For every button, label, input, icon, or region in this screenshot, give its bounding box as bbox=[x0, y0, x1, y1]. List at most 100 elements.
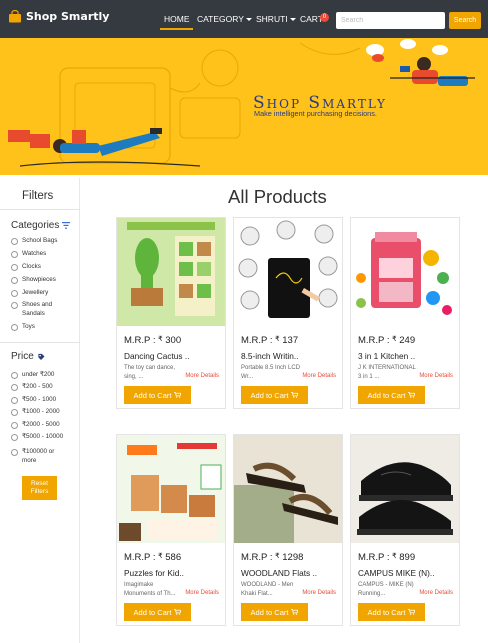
page-title: All Products bbox=[228, 186, 327, 207]
more-details-link[interactable]: More Details bbox=[302, 373, 336, 379]
category-filter-label: Jewellery bbox=[22, 289, 49, 296]
price-filter[interactable]: under ₹200 bbox=[11, 371, 64, 380]
nav-category-dropdown[interactable]: CATEGORY bbox=[197, 14, 252, 24]
price-filter[interactable]: ₹2000 - 5000 bbox=[11, 421, 64, 430]
radio-button[interactable] bbox=[11, 302, 18, 309]
category-filter-label: Toys bbox=[22, 323, 35, 330]
price-filter[interactable]: ₹100000 or more bbox=[11, 448, 64, 465]
price-filter-label: ₹500 - 1000 bbox=[22, 396, 57, 403]
radio-button[interactable] bbox=[11, 434, 18, 441]
radio-button[interactable] bbox=[11, 277, 18, 284]
reset-filters-button[interactable]: Reset Filters bbox=[22, 476, 57, 500]
product-image[interactable] bbox=[351, 435, 459, 543]
more-details-link[interactable]: More Details bbox=[419, 373, 453, 379]
radio-button[interactable] bbox=[11, 290, 18, 297]
radio-button[interactable] bbox=[11, 264, 18, 271]
price-filter[interactable]: ₹5000 - 10000 bbox=[11, 433, 64, 442]
category-filter-label: Clocks bbox=[22, 263, 41, 270]
radio-button[interactable] bbox=[11, 422, 18, 429]
add-to-cart-button[interactable]: Add to Cart bbox=[124, 603, 191, 621]
product-card[interactable]: M.R.P : ₹ 249 3 in 1 Kitchen .. J K INTERN… bbox=[350, 217, 460, 409]
product-card[interactable]: M.R.P : ₹ 300 Dancing Cactus .. The toy ca… bbox=[116, 217, 226, 409]
cart-icon bbox=[408, 609, 416, 615]
price-filter-label: ₹1000 - 2000 bbox=[22, 408, 60, 415]
product-image[interactable] bbox=[234, 435, 342, 543]
price-value: 249 bbox=[399, 335, 416, 346]
add-to-cart-label: Add to Cart bbox=[133, 390, 172, 400]
search-button[interactable]: Search bbox=[449, 12, 481, 29]
product-card[interactable]: M.R.P : ₹ 137 8.5-inch Writin.. Portable 8… bbox=[233, 217, 343, 409]
mrp-label: M.R.P : bbox=[358, 335, 390, 346]
price-label: Price bbox=[11, 351, 34, 362]
radio-button[interactable] bbox=[11, 324, 18, 331]
shopping-bag-icon bbox=[9, 10, 21, 23]
price-filter-label: under ₹200 bbox=[22, 371, 55, 378]
cart-count-badge: 0 bbox=[320, 13, 329, 22]
product-name: WOODLAND Flats .. bbox=[241, 568, 318, 578]
product-card[interactable]: M.R.P : ₹ 1298 WOODLAND Flats .. WOODLAND … bbox=[233, 434, 343, 626]
radio-button[interactable] bbox=[11, 372, 18, 379]
rupee-symbol: ₹ bbox=[275, 336, 280, 343]
cart-icon bbox=[291, 609, 299, 615]
category-filter[interactable]: Clocks bbox=[11, 263, 74, 272]
category-filter[interactable]: Shoes and Sandals bbox=[11, 301, 74, 318]
product-image[interactable] bbox=[234, 218, 342, 326]
product-image[interactable] bbox=[117, 218, 225, 326]
product-price: M.R.P : ₹ 137 bbox=[241, 335, 298, 346]
filters-title: Filters bbox=[22, 190, 54, 202]
price-filter[interactable]: ₹500 - 1000 bbox=[11, 396, 64, 405]
divider bbox=[0, 209, 80, 210]
nav-user-label: SHRUTI bbox=[256, 14, 288, 24]
mrp-label: M.R.P : bbox=[241, 552, 273, 563]
chevron-down-icon bbox=[245, 18, 252, 22]
price-filter-label: ₹2000 - 5000 bbox=[22, 421, 60, 428]
brand-logo[interactable]: Shop Smartly bbox=[8, 10, 109, 23]
nav-user-dropdown[interactable]: SHRUTI bbox=[256, 14, 296, 24]
product-description: Portable 8.5 Inch LCD Wr... bbox=[241, 365, 301, 380]
price-value: 899 bbox=[399, 552, 416, 563]
search-input[interactable] bbox=[336, 12, 445, 29]
radio-button[interactable] bbox=[11, 238, 18, 245]
add-to-cart-button[interactable]: Add to Cart bbox=[241, 386, 308, 404]
category-filter[interactable]: Toys bbox=[11, 323, 74, 332]
product-image[interactable] bbox=[117, 435, 225, 543]
product-description: The toy can dance, sing, ... bbox=[124, 365, 176, 380]
category-filter[interactable]: Jewellery bbox=[11, 289, 74, 298]
hero-illustration bbox=[8, 39, 475, 167]
more-details-link[interactable]: More Details bbox=[419, 590, 453, 596]
radio-button[interactable] bbox=[11, 397, 18, 404]
product-card[interactable]: M.R.P : ₹ 586 Puzzles for Kid.. Imagimake … bbox=[116, 434, 226, 626]
product-image[interactable] bbox=[351, 218, 459, 326]
category-filter[interactable]: Showpieces bbox=[11, 276, 74, 285]
add-to-cart-label: Add to Cart bbox=[367, 607, 406, 617]
radio-button[interactable] bbox=[11, 384, 18, 391]
radio-button[interactable] bbox=[11, 449, 18, 456]
more-details-link[interactable]: More Details bbox=[302, 590, 336, 596]
add-to-cart-button[interactable]: Add to Cart bbox=[358, 603, 425, 621]
price-value: 137 bbox=[282, 335, 299, 346]
price-filter[interactable]: ₹200 - 500 bbox=[11, 383, 64, 392]
add-to-cart-button[interactable]: Add to Cart bbox=[241, 603, 308, 621]
more-details-link[interactable]: More Details bbox=[185, 373, 219, 379]
category-filter[interactable]: Watches bbox=[11, 250, 74, 259]
product-price: M.R.P : ₹ 249 bbox=[358, 335, 415, 346]
price-filter-label: ₹5000 - 10000 bbox=[22, 433, 64, 440]
mrp-label: M.R.P : bbox=[358, 552, 390, 563]
radio-button[interactable] bbox=[11, 409, 18, 416]
product-description: WOODLAND - Men Khaki Flat... bbox=[241, 582, 294, 597]
more-details-link[interactable]: More Details bbox=[185, 590, 219, 596]
product-card[interactable]: M.R.P : ₹ 899 CAMPUS MIKE (N).. CAMPUS - M… bbox=[350, 434, 460, 626]
add-to-cart-button[interactable]: Add to Cart bbox=[358, 386, 425, 404]
rupee-symbol: ₹ bbox=[392, 553, 397, 560]
radio-button[interactable] bbox=[11, 251, 18, 258]
category-filter[interactable]: School Bags bbox=[11, 237, 74, 246]
add-to-cart-button[interactable]: Add to Cart bbox=[124, 386, 191, 404]
category-filter-label: Showpieces bbox=[22, 276, 56, 283]
category-filter-label: Watches bbox=[22, 250, 47, 257]
nav-home[interactable]: HOME bbox=[164, 14, 190, 24]
product-price: M.R.P : ₹ 899 bbox=[358, 552, 415, 563]
product-description: CAMPUS - MIKE (N) Running... bbox=[358, 582, 414, 597]
price-filter[interactable]: ₹1000 - 2000 bbox=[11, 408, 64, 417]
divider bbox=[0, 342, 80, 343]
rupee-symbol: ₹ bbox=[158, 553, 163, 560]
